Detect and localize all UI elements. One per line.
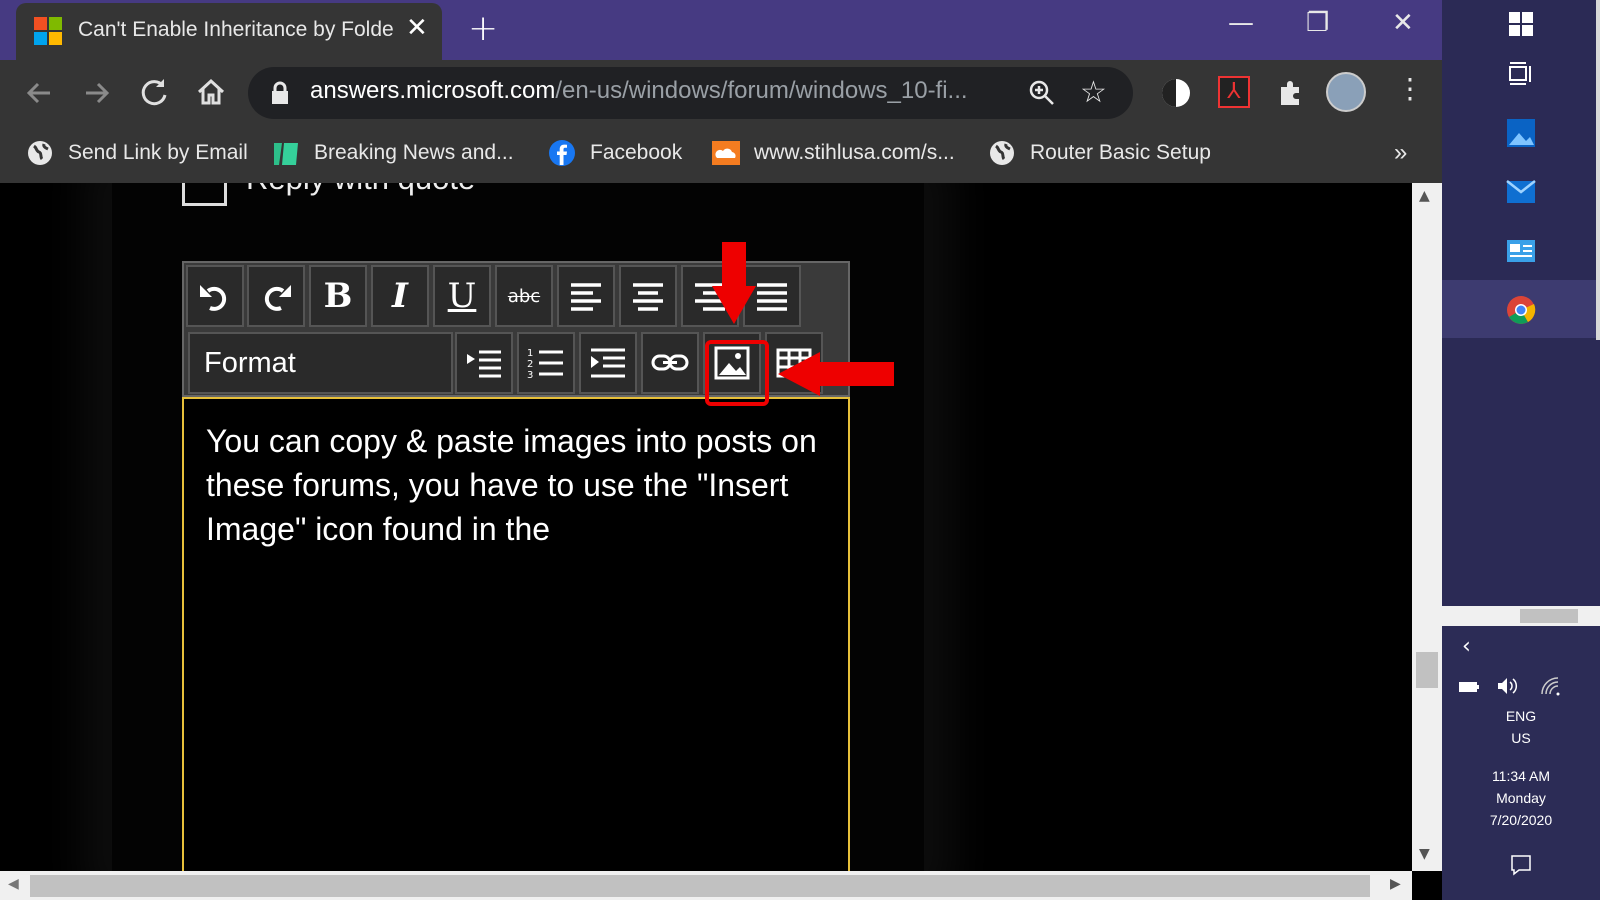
region-indicator[interactable]: US <box>1442 730 1600 746</box>
wifi-icon[interactable] <box>1540 676 1560 696</box>
format-dropdown[interactable]: Format <box>188 332 453 394</box>
mail-app-icon[interactable] <box>1506 178 1536 206</box>
windows-start-icon[interactable] <box>1509 12 1533 36</box>
link-icon <box>651 354 689 371</box>
align-left-button[interactable] <box>557 265 615 327</box>
align-center-icon <box>633 283 663 311</box>
numbered-list-button[interactable]: 123 <box>517 332 575 394</box>
bold-button[interactable]: B <box>309 265 367 327</box>
browser-toolbar: ☆ answers.microsoft.com/en-us/windows/fo… <box>0 60 1442 124</box>
web-page: Reply with quote B I U abc <box>0 183 1412 871</box>
taskbar-edge <box>1596 0 1600 340</box>
bookmark-breaking-news[interactable]: Breaking News and... <box>272 136 514 170</box>
scroll-left-icon[interactable]: ◀ <box>8 876 19 892</box>
align-left-icon <box>571 283 601 311</box>
numbered-list-icon: 123 <box>527 348 563 380</box>
news-icon <box>274 143 298 165</box>
bookmarks-bar: Send Link by Email Breaking News and... … <box>0 124 1442 183</box>
editor-body-text: You can copy & paste images into posts o… <box>206 423 817 547</box>
tab-title: Can't Enable Inheritance by Folde <box>78 18 394 41</box>
tray-expand-chevron-icon[interactable]: ‹ <box>1462 634 1471 659</box>
left-arrow-annotation-icon <box>778 352 894 396</box>
battery-icon[interactable] <box>1458 680 1480 694</box>
minimize-button[interactable]: — <box>1228 8 1254 38</box>
microsoft-logo-icon <box>34 17 62 45</box>
back-arrow-icon[interactable] <box>24 78 54 108</box>
horizontal-scroll-thumb[interactable] <box>30 875 1370 897</box>
tab-close-icon[interactable]: ✕ <box>406 13 428 43</box>
facebook-icon <box>549 140 575 166</box>
bookmark-facebook[interactable]: Facebook <box>548 136 682 170</box>
undo-button[interactable] <box>186 265 244 327</box>
redo-button[interactable] <box>247 265 305 327</box>
undo-icon <box>200 285 227 311</box>
indent-button[interactable] <box>579 332 637 394</box>
clock-date: 7/20/2020 <box>1489 812 1553 828</box>
restore-button[interactable]: ❐ <box>1306 8 1329 38</box>
down-arrow-annotation-icon <box>712 242 756 324</box>
dark-mode-extension-icon[interactable] <box>1160 77 1192 109</box>
svg-text:3: 3 <box>527 370 533 380</box>
reply-quote-checkbox[interactable] <box>182 183 227 206</box>
url-text: answers.microsoft.com/en-us/windows/foru… <box>310 77 968 104</box>
justify-icon <box>757 283 787 311</box>
close-window-button[interactable]: ✕ <box>1392 8 1414 38</box>
reload-icon[interactable] <box>139 77 169 107</box>
chrome-app-icon[interactable] <box>1506 295 1536 325</box>
svg-text:2: 2 <box>527 359 533 370</box>
reply-quote-label: Reply with quote <box>246 183 475 197</box>
new-tab-button[interactable]: + <box>468 8 498 49</box>
language-indicator[interactable]: ENG <box>1442 708 1600 724</box>
vertical-scrollbar[interactable] <box>1412 183 1442 871</box>
insert-link-button[interactable] <box>641 332 699 394</box>
italic-button[interactable]: I <box>371 265 429 327</box>
zoom-icon[interactable] <box>1028 79 1056 107</box>
strikethrough-button[interactable]: abc <box>495 265 553 327</box>
forward-arrow-icon[interactable] <box>82 78 112 108</box>
home-icon[interactable] <box>196 77 226 107</box>
notifications-icon[interactable] <box>1510 854 1532 876</box>
cloud-icon <box>712 141 740 165</box>
bullet-list-icon <box>467 350 501 378</box>
clock-time[interactable]: 11:34 AM <box>1442 768 1600 784</box>
taskbar-scroll-thumb[interactable] <box>1520 609 1578 623</box>
lock-icon <box>272 81 288 104</box>
bullet-list-button[interactable] <box>455 332 513 394</box>
bookmark-router-setup[interactable]: Router Basic Setup <box>988 136 1211 170</box>
indent-icon <box>591 348 625 378</box>
bookmark-star-icon[interactable]: ☆ <box>1080 75 1107 110</box>
underline-button[interactable]: U <box>433 265 491 327</box>
globe-icon <box>990 141 1014 165</box>
control-panel-icon[interactable] <box>1506 238 1536 264</box>
align-center-button[interactable] <box>619 265 677 327</box>
scroll-right-icon[interactable]: ▶ <box>1390 876 1401 892</box>
volume-icon[interactable] <box>1496 676 1520 696</box>
redo-icon <box>264 285 291 311</box>
extensions-puzzle-icon[interactable] <box>1276 77 1306 107</box>
clock-day: Monday <box>1496 790 1546 806</box>
vertical-scroll-thumb[interactable] <box>1416 652 1438 688</box>
pdf-extension-icon[interactable]: ⅄ <box>1218 76 1250 108</box>
svg-text:1: 1 <box>527 348 533 359</box>
profile-avatar[interactable] <box>1326 72 1366 112</box>
highlight-box <box>705 340 769 406</box>
bookmark-send-link[interactable]: Send Link by Email <box>26 136 248 170</box>
photos-app-icon[interactable] <box>1506 118 1536 148</box>
bookmarks-overflow-button[interactable]: » <box>1394 136 1407 170</box>
browser-tab[interactable]: Can't Enable Inheritance by Folde ✕ <box>16 3 442 60</box>
editor-text-area[interactable]: You can copy & paste images into posts o… <box>182 397 850 871</box>
scroll-down-icon[interactable]: ▼ <box>1419 846 1430 862</box>
task-view-icon[interactable] <box>1508 62 1534 86</box>
menu-kebab-icon[interactable]: ⋮ <box>1396 72 1424 105</box>
globe-icon <box>28 141 52 165</box>
bookmark-stihl[interactable]: www.stihlusa.com/s... <box>712 136 955 170</box>
scroll-up-icon[interactable]: ▲ <box>1419 188 1430 204</box>
